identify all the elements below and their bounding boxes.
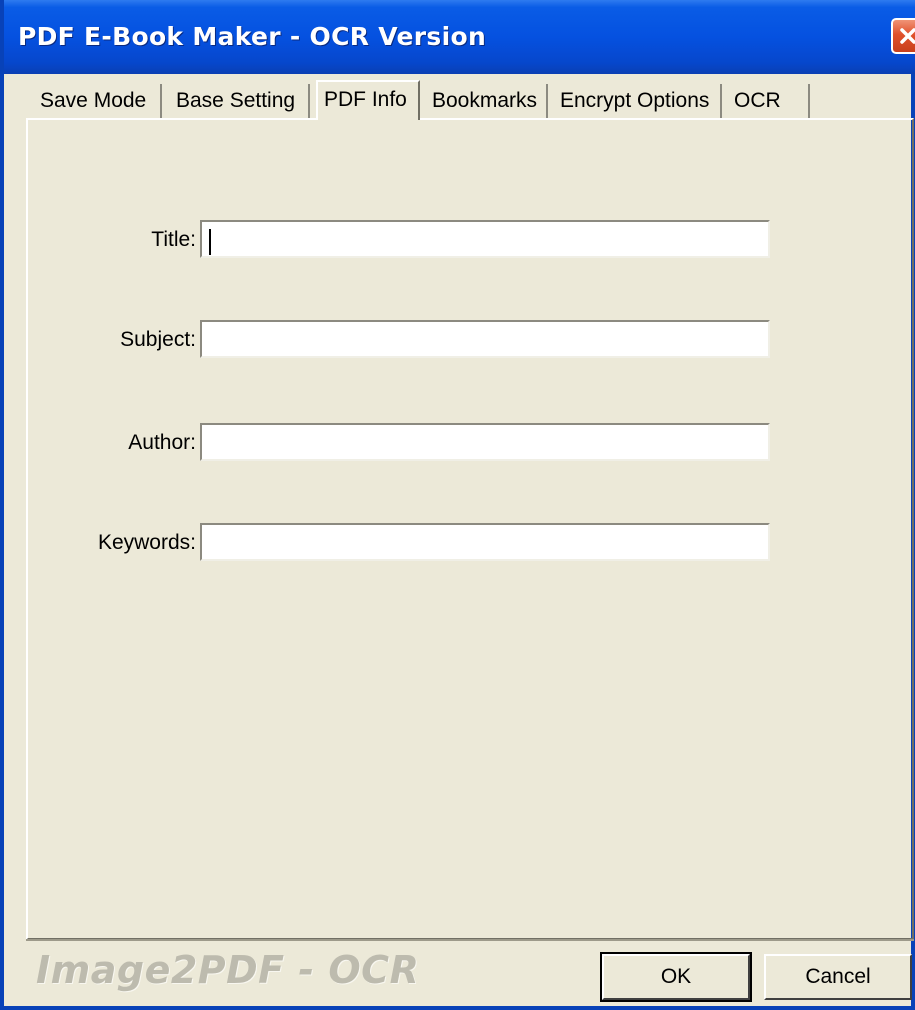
subject-label: Subject: (120, 328, 196, 351)
close-icon (900, 28, 915, 44)
footer-separator (26, 939, 914, 941)
keywords-label: Keywords: (97, 531, 196, 554)
tab-save-mode[interactable]: Save Mode (34, 84, 162, 118)
tab-pdf-info[interactable]: PDF Info (316, 80, 420, 120)
tab-base-setting[interactable]: Base Setting (170, 84, 310, 118)
tab-bookmarks[interactable]: Bookmarks (426, 84, 548, 118)
title-label: Title: (151, 228, 196, 251)
ok-button[interactable]: OK (600, 952, 752, 1002)
close-button[interactable] (891, 18, 915, 54)
author-input[interactable] (200, 423, 770, 461)
author-label: Author: (128, 431, 196, 454)
keywords-input[interactable] (200, 523, 770, 561)
title-bar[interactable]: PDF E-Book Maker - OCR Version (4, 0, 915, 74)
cancel-button[interactable]: Cancel (764, 954, 912, 1000)
tab-ocr[interactable]: OCR (728, 84, 810, 118)
title-input[interactable] (200, 220, 770, 258)
dialog-window: PDF E-Book Maker - OCR Version Save Mode… (0, 0, 915, 1010)
subject-input[interactable] (200, 320, 770, 358)
brand-logo-text: Image2PDF - OCR (36, 948, 420, 992)
text-caret (209, 229, 211, 255)
tab-encrypt-options[interactable]: Encrypt Options (554, 84, 722, 118)
window-title: PDF E-Book Maker - OCR Version (18, 22, 487, 51)
